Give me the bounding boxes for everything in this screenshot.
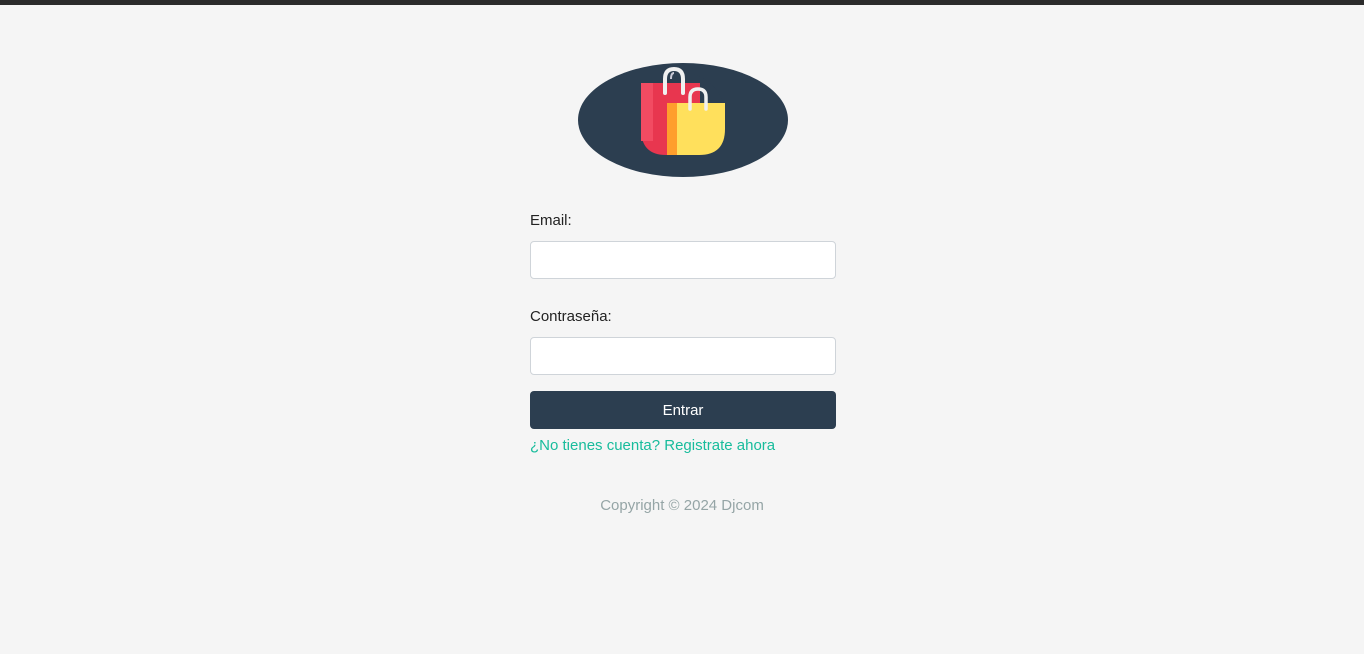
password-label: Contraseña: bbox=[530, 308, 612, 325]
email-label: Email: bbox=[530, 212, 572, 229]
email-input[interactable] bbox=[530, 241, 836, 279]
copyright-footer: Copyright © 2024 Djcom bbox=[600, 497, 764, 514]
register-link[interactable]: ¿No tienes cuenta? Registrate ahora bbox=[530, 437, 836, 455]
login-page: Email: Contraseña: Entrar ¿No tienes cue… bbox=[0, 5, 1364, 654]
login-form: Email: Contraseña: Entrar ¿No tienes cue… bbox=[530, 211, 836, 455]
brand-logo bbox=[578, 63, 788, 177]
password-input[interactable] bbox=[530, 337, 836, 375]
shopping-bags-icon bbox=[641, 66, 725, 157]
login-button[interactable]: Entrar bbox=[530, 391, 836, 429]
